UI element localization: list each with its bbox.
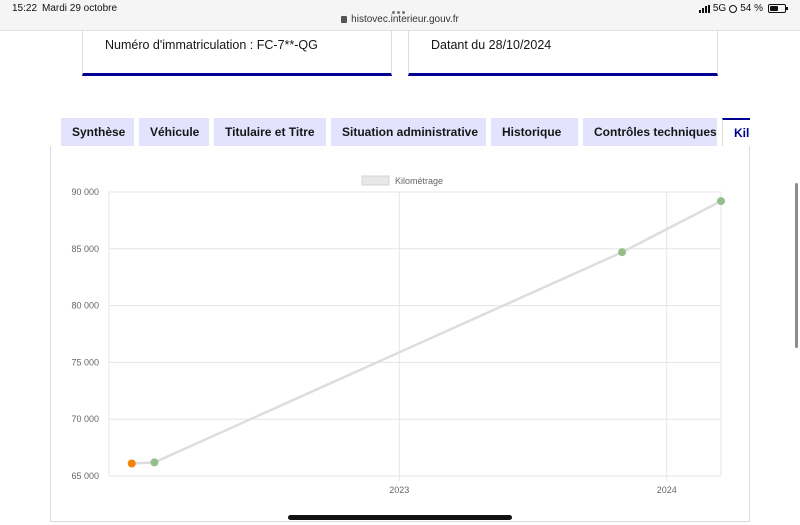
network-type: 5G [712,3,727,14]
battery-icon [768,4,788,13]
x-tick-label: 2024 [657,485,677,495]
legend-label: Kilométrage [395,176,443,186]
y-tick-label: 90 000 [71,187,99,197]
tab-historique[interactable]: Historique [491,118,578,146]
tab-situation-administrative[interactable]: Situation administrative [331,118,486,146]
tab-titulaire-titre[interactable]: Titulaire et Titre [214,118,326,146]
status-date: Mardi 29 octobre [42,3,118,14]
registration-card: Numéro d'immatriculation : FC-7**-QG [82,31,392,76]
home-indicator[interactable] [288,515,512,520]
lock-icon [341,16,348,23]
status-indicators: 5G 54 % [698,3,788,14]
mileage-chart: Kilométrage 65 000 70 000 75 000 80 000 85 00… [71,175,725,495]
registration-number: Numéro d'immatriculation : FC-7**-QG [105,38,318,52]
y-tick-label: 65 000 [71,471,99,481]
y-tick-label: 80 000 [71,301,99,311]
y-tick-label: 85 000 [71,244,99,254]
url-text: histovec.interieur.gouv.fr [351,14,459,25]
x-tick-label: 2023 [389,485,409,495]
report-date: Datant du 28/10/2024 [431,38,552,52]
y-tick-label: 70 000 [71,414,99,424]
tab-controles-techniques[interactable]: Contrôles techniques [583,118,717,146]
tab-synthese[interactable]: Synthèse [61,118,134,146]
scrollbar[interactable] [795,183,798,348]
mileage-panel: Kilométrage 65 000 70 000 75 000 80 000 85 00… [50,146,750,522]
data-point [618,248,627,257]
address-bar[interactable]: histovec.interieur.gouv.fr [0,14,800,25]
tab-vehicule[interactable]: Véhicule [139,118,209,146]
tab-bar: Synthèse Véhicule Titulaire et Titre Sit… [61,118,750,146]
battery-level [770,6,778,11]
series-line-kilometrage [131,199,722,465]
tab-kilometrage[interactable]: Kilo [722,118,750,146]
date-card: Datant du 28/10/2024 [408,31,718,76]
status-bar: 15:22 Mardi 29 octobre histovec.interieu… [0,0,800,31]
battery-percent: 54 % [740,3,763,14]
data-point [150,458,159,467]
rotation-lock-icon [729,4,738,13]
data-point [127,459,136,468]
y-tick-label: 75 000 [71,357,99,367]
more-dots-icon[interactable] [392,1,408,14]
signal-icon [698,4,710,13]
legend-swatch [361,175,390,186]
data-point [717,197,725,206]
status-time: 15:22 [12,3,38,14]
